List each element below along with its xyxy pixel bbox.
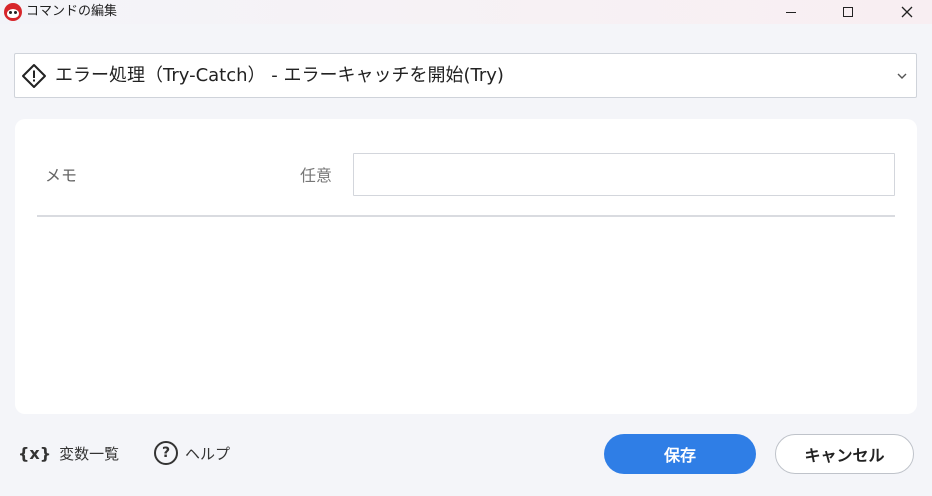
help-icon: ? [154,441,178,465]
maximize-button[interactable] [825,0,871,24]
memo-label: メモ [45,166,78,185]
maximize-icon [843,7,853,17]
cancel-button[interactable]: キャンセル [775,434,914,474]
chevron-down-icon [897,73,907,79]
minimize-button[interactable] [768,0,814,24]
divider [37,215,895,217]
save-button[interactable]: 保存 [604,434,756,474]
variables-label: 変数一覧 [59,444,120,463]
memo-input[interactable] [353,153,895,196]
app-mascot-icon [4,3,22,21]
command-select[interactable]: エラー処理（Try-Catch） - エラーキャッチを開始(Try) [14,53,917,98]
window-title: コマンドの編集 [26,4,118,19]
title-bar: コマンドの編集 [0,0,932,24]
variables-icon: {x} [18,443,52,463]
variables-link[interactable]: {x} 変数一覧 [18,441,119,465]
minimize-icon [786,11,796,13]
help-label: ヘルプ [185,444,231,463]
optional-badge: 任意 [300,166,333,185]
close-icon [901,6,913,18]
warning-diamond-icon [22,64,46,88]
close-button[interactable] [884,0,930,24]
settings-panel: メモ 任意 [15,119,917,414]
help-link[interactable]: ? ヘルプ [154,441,230,465]
command-label: エラー処理（Try-Catch） - エラーキャッチを開始(Try) [55,65,504,86]
